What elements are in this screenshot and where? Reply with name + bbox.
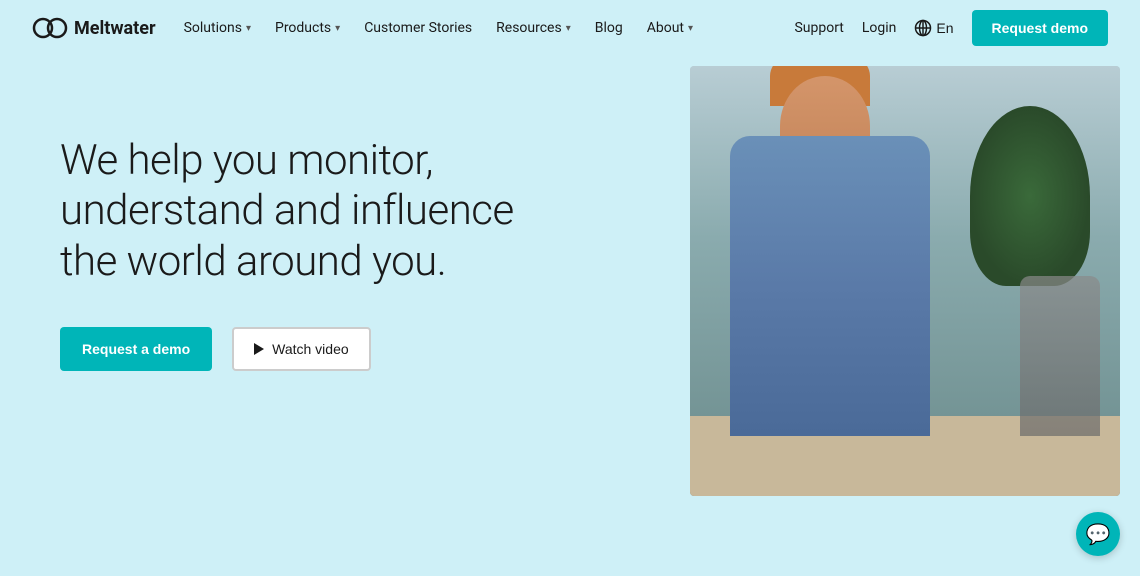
- chevron-icon: ▾: [335, 23, 340, 34]
- chevron-icon: ▾: [246, 23, 251, 34]
- photo-person-body: [730, 136, 930, 436]
- hero-section: We help you monitor, understand and infl…: [0, 56, 1140, 576]
- login-link[interactable]: Login: [862, 20, 897, 36]
- chevron-icon: ▾: [688, 23, 693, 34]
- nav-links: Solutions ▾ Products ▾ Customer Stories …: [184, 20, 693, 36]
- hero-cta-demo[interactable]: Request a demo: [60, 327, 212, 371]
- nav-item-products[interactable]: Products ▾: [275, 20, 340, 36]
- play-icon: [254, 343, 264, 355]
- request-demo-button[interactable]: Request demo: [972, 10, 1108, 46]
- hero-photo: [690, 66, 1120, 496]
- logo[interactable]: Meltwater: [32, 17, 156, 39]
- hero-buttons: Request a demo Watch video: [60, 327, 580, 371]
- chevron-icon: ▾: [566, 23, 571, 34]
- nav-item-solutions[interactable]: Solutions ▾: [184, 20, 251, 36]
- nav-left: Meltwater Solutions ▾ Products ▾ Custome…: [32, 17, 693, 39]
- photo-person-background: [1020, 276, 1100, 436]
- language-selector[interactable]: En: [914, 19, 953, 37]
- chat-icon: 💬: [1086, 522, 1111, 546]
- nav-item-blog[interactable]: Blog: [595, 20, 623, 36]
- brand-name: Meltwater: [74, 18, 156, 39]
- logo-icon: [32, 17, 68, 39]
- globe-icon: [914, 19, 932, 37]
- nav-item-customer-stories[interactable]: Customer Stories: [364, 20, 472, 36]
- chat-bubble[interactable]: 💬: [1076, 512, 1120, 556]
- hero-cta-video[interactable]: Watch video: [232, 327, 371, 371]
- support-link[interactable]: Support: [794, 20, 843, 36]
- nav-item-about[interactable]: About ▾: [647, 20, 693, 36]
- hero-content: We help you monitor, understand and infl…: [60, 56, 580, 371]
- nav-right: Support Login En Request demo: [794, 10, 1108, 46]
- photo-plant: [970, 106, 1090, 286]
- nav-item-resources[interactable]: Resources ▾: [496, 20, 571, 36]
- hero-headline: We help you monitor, understand and infl…: [60, 136, 580, 287]
- hero-image: [660, 56, 1140, 576]
- navbar: Meltwater Solutions ▾ Products ▾ Custome…: [0, 0, 1140, 56]
